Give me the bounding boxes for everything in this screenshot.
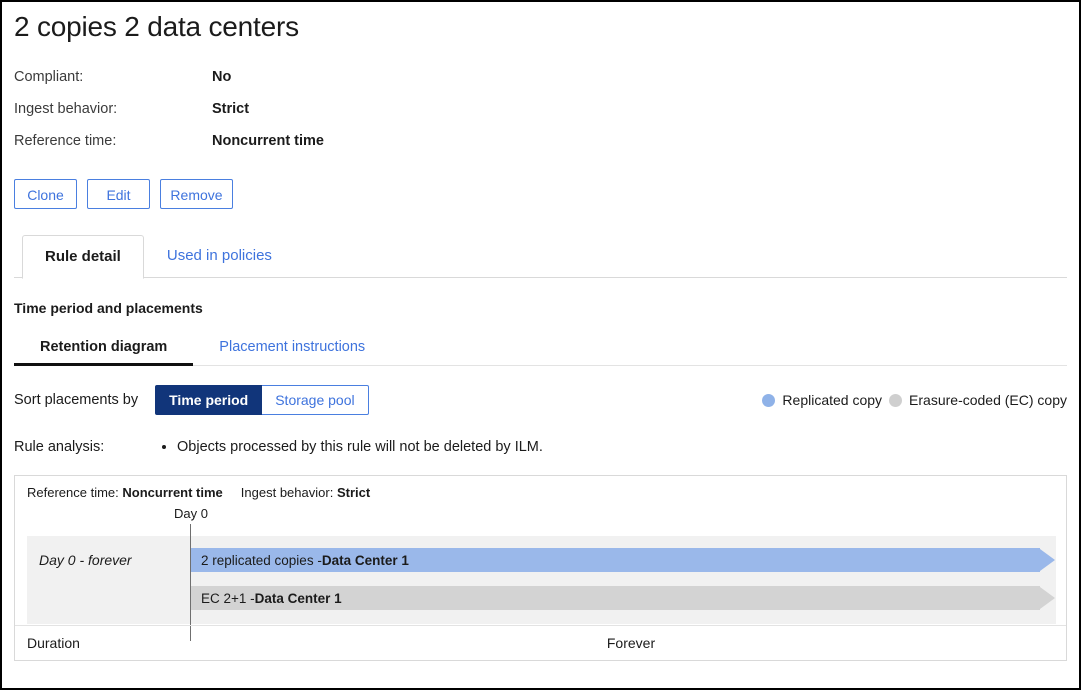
table-row: Compliant: No xyxy=(14,61,324,93)
action-button-row: Clone Edit Remove xyxy=(14,179,1067,209)
tab-used-in-policies[interactable]: Used in policies xyxy=(144,234,295,278)
placement-bar-label: EC 2+1 - Data Center 1 xyxy=(191,586,1040,610)
ingest-behavior-label: Ingest behavior: xyxy=(14,93,212,125)
table-row: Ingest behavior: Strict xyxy=(14,93,324,125)
day-marker-label: Day 0 xyxy=(174,506,208,522)
section-title: Time period and placements xyxy=(14,300,1067,316)
diagram-footer: Duration Forever xyxy=(15,625,1066,660)
tab-rule-detail[interactable]: Rule detail xyxy=(22,235,144,279)
diagram-reference-time: Reference time: Noncurrent time xyxy=(27,484,223,501)
period-cell: Day 0 - forever xyxy=(27,536,190,624)
legend-label-ec: Erasure-coded (EC) copy xyxy=(909,392,1067,408)
reference-time-value: Noncurrent time xyxy=(212,125,324,157)
reference-time-label: Reference time: xyxy=(14,125,212,157)
sort-option-storage-pool[interactable]: Storage pool xyxy=(262,385,368,415)
placement-bar-prefix: EC 2+1 - xyxy=(201,591,255,606)
sort-option-time-period[interactable]: Time period xyxy=(155,385,262,415)
list-item: Objects processed by this rule will not … xyxy=(177,437,543,457)
sort-toggle-group: Time period Storage pool xyxy=(155,385,369,415)
legend-label-replicated: Replicated copy xyxy=(782,392,882,408)
tablist: Rule detail Used in policies xyxy=(22,234,295,278)
tablist-placement: Retention diagram Placement instructions xyxy=(14,338,391,366)
placement-bar-label: 2 replicated copies - Data Center 1 xyxy=(191,548,1040,572)
clone-button[interactable]: Clone xyxy=(14,179,77,209)
diagram-reference-time-value: Noncurrent time xyxy=(122,485,222,500)
placement-bar-prefix: 2 replicated copies - xyxy=(201,553,322,568)
arrow-right-icon xyxy=(1040,586,1056,610)
placement-bar-replicated[interactable]: 2 replicated copies - Data Center 1 xyxy=(191,548,1056,572)
legend: Replicated copy Erasure-coded (EC) copy xyxy=(762,392,1067,408)
period-label: Day 0 - forever xyxy=(27,536,190,569)
rule-analysis: Rule analysis: Objects processed by this… xyxy=(14,437,1067,457)
duration-value: Forever xyxy=(607,635,655,651)
rule-analysis-label: Rule analysis: xyxy=(14,437,159,457)
legend-item-ec: Erasure-coded (EC) copy xyxy=(889,392,1067,408)
tab-placement-instructions[interactable]: Placement instructions xyxy=(193,338,391,366)
tab-retention-diagram[interactable]: Retention diagram xyxy=(14,338,193,366)
compliant-value: No xyxy=(212,61,324,93)
edit-button[interactable]: Edit xyxy=(87,179,150,209)
page-title: 2 copies 2 data centers xyxy=(14,2,1067,44)
placement-bar-ec[interactable]: EC 2+1 - Data Center 1 xyxy=(191,586,1056,610)
rule-summary-table: Compliant: No Ingest behavior: Strict Re… xyxy=(14,61,324,157)
placement-bar-pool: Data Center 1 xyxy=(255,591,342,606)
sort-row: Sort placements by Time period Storage p… xyxy=(14,385,1067,415)
sort-placements-label: Sort placements by xyxy=(14,392,138,408)
diagram-ingest-behavior-value: Strict xyxy=(337,485,370,500)
diagram-header: Reference time: Noncurrent time Ingest b… xyxy=(15,476,1066,501)
ingest-behavior-value: Strict xyxy=(212,93,324,125)
placement-tabs: Retention diagram Placement instructions xyxy=(14,331,1067,366)
diagram-reference-time-label: Reference time: xyxy=(27,485,119,500)
duration-label: Duration xyxy=(27,635,80,651)
circle-icon xyxy=(762,394,775,407)
diagram-ingest-behavior: Ingest behavior: Strict xyxy=(241,484,370,501)
circle-icon xyxy=(889,394,902,407)
arrow-right-icon xyxy=(1040,548,1056,572)
legend-item-replicated: Replicated copy xyxy=(762,392,882,408)
rule-detail-page: 2 copies 2 data centers Compliant: No In… xyxy=(2,2,1079,688)
rule-analysis-list: Objects processed by this rule will not … xyxy=(159,437,543,457)
rule-tabs: Rule detail Used in policies xyxy=(14,235,1067,278)
bars-area: 2 replicated copies - Data Center 1 EC 2… xyxy=(191,536,1056,624)
retention-diagram: Reference time: Noncurrent time Ingest b… xyxy=(14,475,1067,661)
diagram-ingest-behavior-label: Ingest behavior: xyxy=(241,485,334,500)
table-row: Reference time: Noncurrent time xyxy=(14,125,324,157)
diagram-rows: Day 0 - forever 2 replicated copies - Da… xyxy=(27,536,1056,624)
compliant-label: Compliant: xyxy=(14,61,212,93)
remove-button[interactable]: Remove xyxy=(160,179,233,209)
placement-bar-pool: Data Center 1 xyxy=(322,553,409,568)
